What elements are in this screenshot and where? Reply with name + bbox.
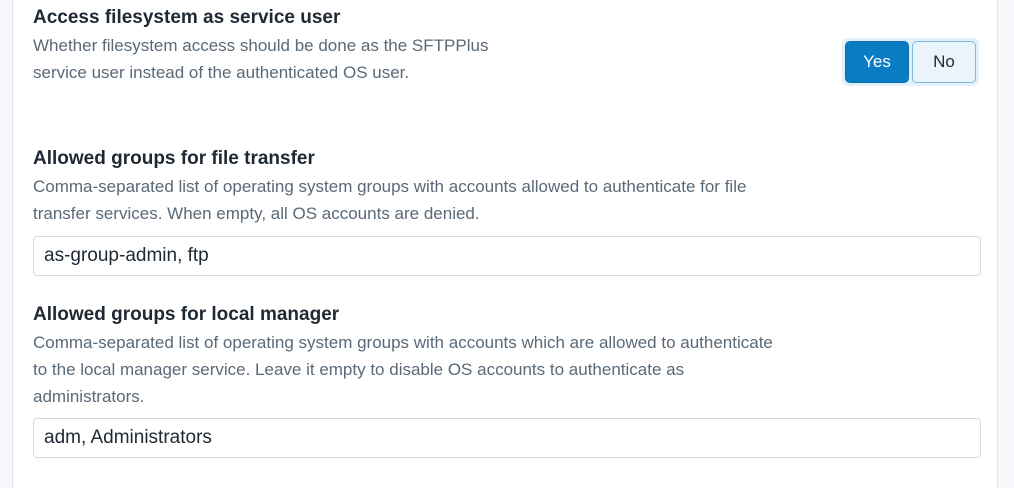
yes-toggle-button[interactable]: Yes [845,41,909,83]
file-transfer-groups-description: Comma-separated list of operating system… [33,177,747,223]
service-user-description: Whether filesystem access should be done… [33,36,489,82]
service-user-title: Access filesystem as service user [33,7,341,28]
local-manager-groups-description: Comma-separated list of operating system… [33,333,773,406]
local-manager-groups-title: Allowed groups for local manager [33,304,340,325]
file-transfer-groups-title: Allowed groups for file transfer [33,148,315,169]
file-transfer-groups-input[interactable] [33,236,981,276]
settings-panel: Access filesystem as service user Whethe… [12,0,998,488]
service-user-toggle: Yes No [842,38,979,86]
no-toggle-button[interactable]: No [912,41,976,83]
local-manager-groups-input[interactable] [33,418,981,458]
